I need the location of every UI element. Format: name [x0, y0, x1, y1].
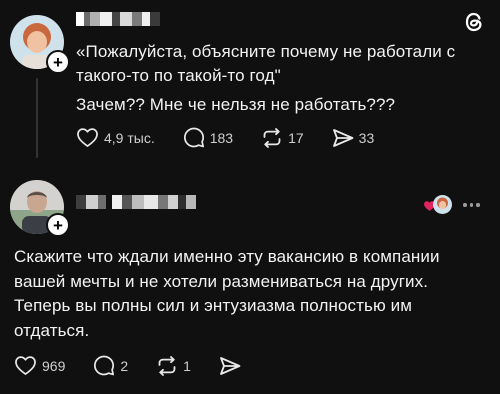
heart-icon — [14, 355, 37, 376]
send-icon — [219, 356, 241, 376]
reply-button[interactable]: 2 — [93, 355, 128, 376]
follow-plus-button[interactable]: + — [46, 50, 70, 74]
post-text-line: Зачем?? Мне че нельзя не работать??? — [76, 95, 396, 114]
post-text-line: вашей мечты и не хотели размениваться на… — [14, 271, 429, 291]
threads-logo-icon[interactable] — [462, 10, 486, 34]
repost-count: 1 — [183, 357, 191, 374]
like-button[interactable]: 4,9 тыс. — [76, 127, 155, 148]
share-count: 33 — [358, 129, 375, 146]
repost-count: 17 — [288, 129, 304, 146]
liked-by-author-badge[interactable] — [423, 194, 452, 216]
avatar — [433, 195, 452, 214]
reply-count: 2 — [120, 357, 129, 374]
like-count: 969 — [42, 357, 66, 374]
share-button[interactable] — [219, 356, 241, 376]
reply-count: 183 — [209, 129, 234, 146]
post-actions: 4,9 тыс. 183 17 33 — [76, 127, 374, 148]
like-button[interactable]: 969 — [14, 355, 65, 376]
post-text-line: такого-то по такой-то год" — [76, 66, 281, 85]
username-blurred[interactable] — [76, 12, 160, 26]
post-text-line: Теперь вы полны сил и энтузиазма полност… — [14, 296, 413, 315]
reply-button[interactable]: 183 — [183, 127, 233, 148]
more-dots-icon[interactable] — [463, 203, 480, 207]
post-text-line: отдаться. — [14, 320, 90, 340]
repost-icon — [156, 355, 178, 376]
share-button[interactable]: 33 — [332, 128, 375, 148]
comment-icon — [93, 355, 115, 376]
thread-connector-line — [36, 78, 38, 158]
username-blurred[interactable] — [76, 195, 196, 209]
send-icon — [332, 128, 354, 148]
comment-icon — [183, 127, 205, 148]
post-text-line: «Пожалуйста, объясните почему не работал… — [76, 42, 456, 61]
repost-button[interactable]: 17 — [261, 127, 304, 148]
repost-icon — [261, 127, 283, 148]
like-count: 4,9 тыс. — [104, 129, 155, 146]
heart-icon — [76, 127, 99, 148]
follow-plus-button[interactable]: + — [46, 213, 70, 237]
repost-button[interactable]: 1 — [156, 355, 191, 376]
post-actions: 969 2 1 — [14, 355, 241, 376]
post-text-line: Скажите что ждали именно эту вакансию в … — [14, 247, 440, 266]
plus-glyph: + — [53, 215, 63, 235]
plus-glyph: + — [53, 52, 63, 72]
